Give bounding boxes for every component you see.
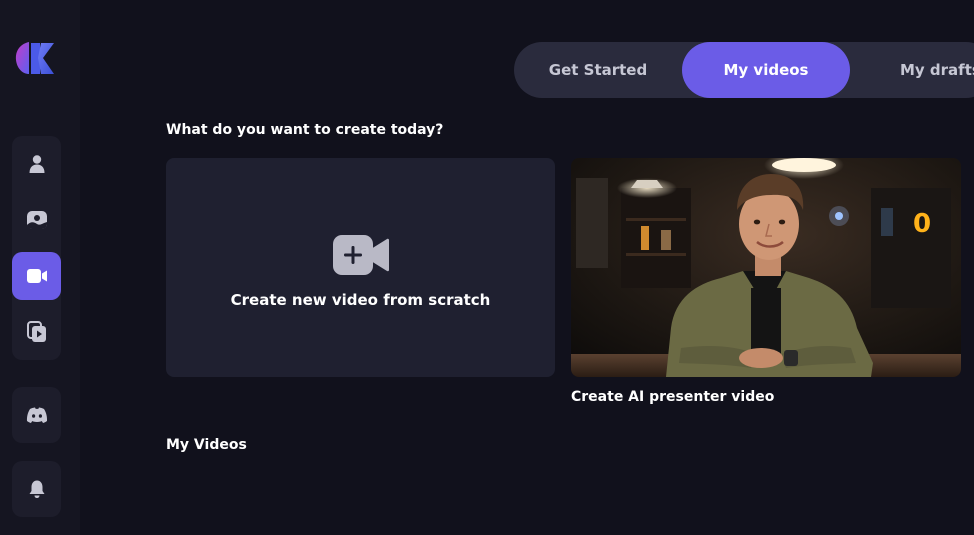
create-new-video-card[interactable]: Create new video from scratch xyxy=(166,158,555,377)
sidebar-notifications-group xyxy=(12,461,61,517)
ai-presenter-label[interactable]: Create AI presenter video xyxy=(571,389,774,405)
sidebar-discord-group xyxy=(12,387,61,443)
sidebar-main-nav xyxy=(12,136,61,360)
sidebar-item-avatars[interactable] xyxy=(12,140,61,188)
svg-text:0: 0 xyxy=(913,209,931,239)
sidebar-item-library[interactable] xyxy=(12,308,61,356)
bell-icon xyxy=(29,480,44,498)
view-tabs: Get Started My videos My drafts xyxy=(514,42,974,98)
create-new-video-label: Create new video from scratch xyxy=(230,291,491,309)
user-icon xyxy=(29,155,44,173)
discord-icon xyxy=(26,407,47,423)
ai-presenter-card[interactable]: 0 xyxy=(571,158,961,377)
sidebar-item-images[interactable] xyxy=(12,196,61,244)
image-icon xyxy=(26,211,47,229)
video-library-icon xyxy=(26,321,46,342)
sidebar-item-notifications[interactable] xyxy=(12,465,61,513)
app-logo[interactable] xyxy=(14,40,56,78)
video-camera-icon xyxy=(26,269,47,283)
sidebar-item-videos[interactable] xyxy=(12,252,61,300)
my-videos-heading: My Videos xyxy=(166,437,247,453)
tab-my-videos[interactable]: My videos xyxy=(682,42,850,98)
tab-my-drafts[interactable]: My drafts xyxy=(850,42,974,98)
sidebar xyxy=(0,0,80,535)
create-section-heading: What do you want to create today? xyxy=(166,122,444,138)
tab-get-started[interactable]: Get Started xyxy=(514,42,682,98)
sidebar-item-discord[interactable] xyxy=(12,391,61,439)
ai-presenter-thumbnail: 0 xyxy=(571,158,961,377)
app-window: Get Started My videos My drafts What do … xyxy=(0,0,974,535)
add-video-icon xyxy=(333,235,389,275)
